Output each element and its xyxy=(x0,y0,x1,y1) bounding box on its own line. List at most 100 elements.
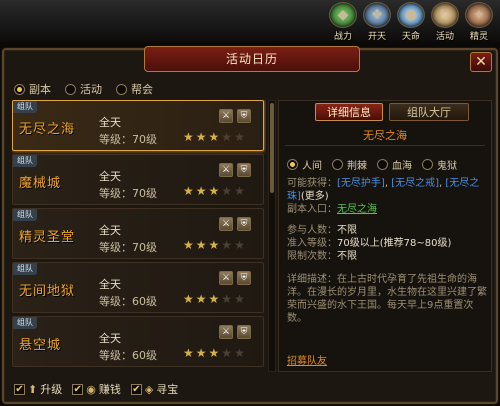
dungeon-name: 精灵圣堂 xyxy=(19,230,76,245)
more-link[interactable]: (更多) xyxy=(301,191,329,202)
dungeon-card[interactable]: 组队 无尽之海 全天 等级：70级 ⚔ ⛨ ★ ★ ★ ★ ★ xyxy=(12,100,264,151)
star-icon: ★ xyxy=(208,292,220,306)
team-tag: 组队 xyxy=(13,209,37,221)
upgrade-icon: ⬆ xyxy=(28,382,38,396)
star-icon: ★ xyxy=(183,346,194,360)
category-radio-activity[interactable]: 活动 xyxy=(65,81,102,97)
star-icon: ★ xyxy=(195,238,207,252)
close-button[interactable]: ✕ xyxy=(470,52,492,72)
wings-icon: ❖ xyxy=(363,2,391,28)
requirements: 参与人数：不限 准入等级：70级以上(推荐78~80级) 限制次数：不限 xyxy=(287,225,452,262)
star-icon: ★ xyxy=(183,238,194,252)
star-icon: ★ xyxy=(208,184,220,198)
mode-radio-jingji[interactable]: 荆棘 xyxy=(332,157,367,172)
filter-checkboxes: ✔ ⬆ 升级 ✔ ◉ 赚钱 ✔ ◈ 寻宝 xyxy=(14,381,178,397)
dungeon-card[interactable]: 组队 悬空城 全天 等级：60级 ⚔ ⛨ ★ ★ ★ ★ ★ xyxy=(12,316,264,367)
armor-reward-icon[interactable]: ⛨ xyxy=(237,109,251,123)
filter-money[interactable]: ✔ ◉ 赚钱 xyxy=(72,381,121,397)
star-icon: ★ xyxy=(234,238,245,252)
reward-icons: ⚔ ⛨ xyxy=(219,325,251,339)
checkbox[interactable]: ✔ xyxy=(130,383,142,395)
reward-link[interactable]: [无尽之戒] xyxy=(391,178,439,189)
team-tag: 组队 xyxy=(13,101,37,113)
tab-details[interactable]: 详细信息 xyxy=(315,103,383,121)
list-scrollbar[interactable] xyxy=(268,100,276,372)
dungeon-card[interactable]: 组队 魔械城 全天 等级：70级 ⚔ ⛨ ★ ★ ★ ★ ★ xyxy=(12,154,264,205)
star-icon: ★ xyxy=(221,292,233,306)
star-icon: ★ xyxy=(183,292,194,306)
dungeon-level: 等级：70级 xyxy=(99,241,157,254)
activity-calendar-window: 活动日历 ✕ 副本 活动 帮会 组队 无尽之海 全天 等级：70级 ⚔ ⛨ ★ ★… xyxy=(2,46,498,404)
reward-icons: ⚔ ⛨ xyxy=(219,109,251,123)
dungeon-card[interactable]: 组队 无间地狱 全天 等级：60级 ⚔ ⛨ ★ ★ ★ ★ ★ xyxy=(12,262,264,313)
radio-dot xyxy=(116,83,127,95)
armor-reward-icon[interactable]: ⛨ xyxy=(237,163,251,177)
team-tag: 组队 xyxy=(13,317,37,329)
dungeon-level: 等级：60级 xyxy=(99,295,157,308)
armor-reward-icon[interactable]: ⛨ xyxy=(237,325,251,339)
top-icon-jingling[interactable]: ✦ 精灵 xyxy=(462,2,496,42)
treasure-icon: ◈ xyxy=(144,382,154,396)
dungeon-level: 等级：60级 xyxy=(99,349,157,362)
top-icon-bar: ◆ 战力 ❖ 开天 ● 天命 ✎ 活动 ✦ 精灵 xyxy=(0,0,500,42)
recruit-teammates-link[interactable]: 招募队友 xyxy=(287,352,327,367)
top-icon-tianming[interactable]: ● 天命 xyxy=(394,2,428,42)
filter-treasure[interactable]: ✔ ◈ 寻宝 xyxy=(130,381,178,397)
equipment-reward-icon[interactable]: ⚔ xyxy=(219,271,233,285)
radio-dot xyxy=(332,159,343,170)
mode-radio-renjian[interactable]: 人间 xyxy=(287,157,322,172)
star-icon: ★ xyxy=(234,130,245,144)
checkbox[interactable]: ✔ xyxy=(72,383,84,395)
armor-reward-icon[interactable]: ⛨ xyxy=(237,271,251,285)
equipment-reward-icon[interactable]: ⚔ xyxy=(219,217,233,231)
reward-icons: ⚔ ⛨ xyxy=(219,217,251,231)
entry-link[interactable]: 无尽之海 xyxy=(337,204,377,215)
mode-radio-xuehai[interactable]: 血海 xyxy=(377,157,412,172)
reward-link[interactable]: [无尽护手] xyxy=(337,178,385,189)
star-icon: ★ xyxy=(195,292,207,306)
filter-upgrade[interactable]: ✔ ⬆ 升级 xyxy=(14,381,62,397)
orb-icon: ● xyxy=(397,2,425,28)
detail-tabs: 详细信息 组队大厅 xyxy=(315,103,469,121)
category-radio-group: 副本 活动 帮会 xyxy=(14,81,153,97)
radio-dot xyxy=(422,159,433,170)
star-icon: ★ xyxy=(221,346,233,360)
checkbox[interactable]: ✔ xyxy=(14,383,25,395)
difficulty-stars: ★ ★ ★ ★ ★ xyxy=(183,238,245,252)
mode-radio-guiyu[interactable]: 鬼狱 xyxy=(422,157,457,172)
category-radio-dungeon[interactable]: 副本 xyxy=(14,81,51,97)
team-tag: 组队 xyxy=(13,155,37,167)
top-icon-kaitian[interactable]: ❖ 开天 xyxy=(360,2,394,42)
top-icon-zhanli[interactable]: ◆ 战力 xyxy=(326,2,360,42)
dungeon-name: 无尽之海 xyxy=(19,122,76,137)
money-icon: ◉ xyxy=(86,382,96,396)
star-icon: ★ xyxy=(208,238,220,252)
dungeon-card[interactable]: 组队 精灵圣堂 全天 等级：70级 ⚔ ⛨ ★ ★ ★ ★ ★ xyxy=(12,208,264,259)
sprite-icon: ✦ xyxy=(465,2,493,28)
equipment-reward-icon[interactable]: ⚔ xyxy=(219,163,233,177)
detail-panel: 详细信息 组队大厅 无尽之海 人间 荆棘 血海 鬼狱 可能获得：[无尽护手], … xyxy=(278,100,492,372)
category-radio-guild[interactable]: 帮会 xyxy=(116,81,153,97)
dungeon-level: 等级：70级 xyxy=(99,133,157,146)
scroll-icon: ✎ xyxy=(431,2,459,28)
dungeon-name: 无间地狱 xyxy=(19,284,76,299)
shield-gem-icon: ◆ xyxy=(329,2,357,28)
scrollbar-thumb[interactable] xyxy=(270,103,274,193)
radio-dot xyxy=(14,83,25,95)
description: 详细描述：在上古时代孕育了先祖生命的海洋。在漫长的岁月里，水生物在这里兴建了繁荣… xyxy=(287,274,487,324)
star-icon: ★ xyxy=(234,184,245,198)
armor-reward-icon[interactable]: ⛨ xyxy=(237,217,251,231)
difficulty-stars: ★ ★ ★ ★ ★ xyxy=(183,346,245,360)
dungeon-time: 全天 xyxy=(99,278,121,291)
top-icon-huodong[interactable]: ✎ 活动 xyxy=(428,2,462,42)
star-icon: ★ xyxy=(195,130,207,144)
window-title: 活动日历 xyxy=(144,46,360,72)
dungeon-name: 魔械城 xyxy=(19,176,62,191)
rewards-line: 可能获得：[无尽护手], [无尽之戒], [无尽之珠](更多) xyxy=(287,178,480,202)
equipment-reward-icon[interactable]: ⚔ xyxy=(219,109,233,123)
difficulty-stars: ★ ★ ★ ★ ★ xyxy=(183,184,245,198)
equipment-reward-icon[interactable]: ⚔ xyxy=(219,325,233,339)
detail-title: 无尽之海 xyxy=(363,129,407,142)
tab-team-hall[interactable]: 组队大厅 xyxy=(389,103,469,121)
radio-dot xyxy=(287,159,298,170)
